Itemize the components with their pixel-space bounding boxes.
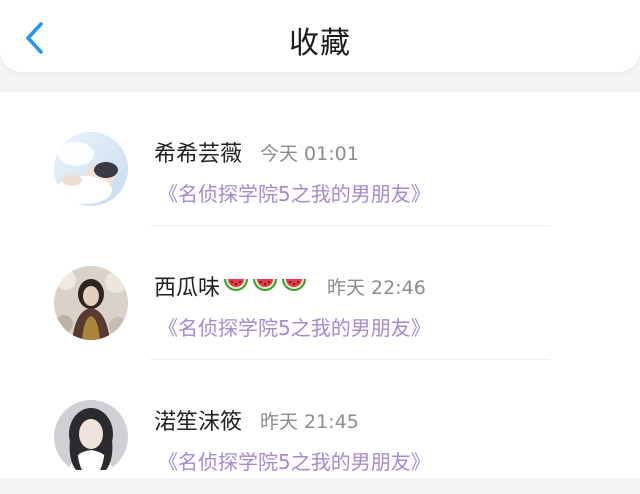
user-name[interactable]: 渃笙沫筱 — [154, 404, 242, 436]
list-item[interactable]: 西瓜味 昨天 22:46 《名侦探学院5之我的男朋友》 — [0, 226, 640, 360]
book-title-link[interactable]: 《名侦探学院5之我的男朋友》 — [158, 446, 431, 475]
avatar[interactable] — [54, 132, 128, 206]
user-name[interactable]: 西瓜味 — [154, 270, 220, 302]
watermelon-icon — [282, 279, 307, 291]
timestamp: 昨天 22:46 — [327, 276, 426, 299]
name-emojis — [222, 273, 309, 299]
avatar[interactable] — [54, 400, 128, 474]
list-item[interactable]: 希希芸薇 今天 01:01 《名侦探学院5之我的男朋友》 — [0, 92, 640, 226]
timestamp: 昨天 21:45 — [260, 410, 359, 433]
book-title-link[interactable]: 《名侦探学院5之我的男朋友》 — [158, 312, 431, 341]
favorites-list: 希希芸薇 今天 01:01 《名侦探学院5之我的男朋友》 西瓜味 昨天 22:4… — [0, 92, 640, 478]
list-item[interactable]: 渃笙沫筱 昨天 21:45 《名侦探学院5之我的男朋友》 — [0, 360, 640, 494]
timestamp: 今天 01:01 — [260, 142, 359, 165]
top-bar: 收藏 — [0, 0, 640, 72]
watermelon-icon — [224, 279, 249, 291]
watermelon-icon — [253, 279, 278, 291]
page-title: 收藏 — [289, 26, 351, 61]
book-title-link[interactable]: 《名侦探学院5之我的男朋友》 — [158, 178, 431, 207]
user-name[interactable]: 希希芸薇 — [154, 136, 242, 168]
avatar[interactable] — [54, 266, 128, 340]
